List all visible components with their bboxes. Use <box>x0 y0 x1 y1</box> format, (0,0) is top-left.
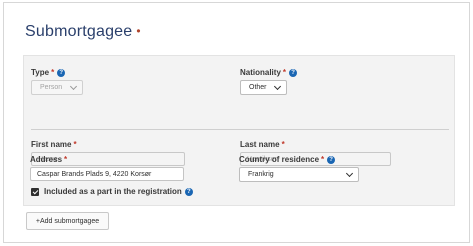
address-label: Address * <box>30 155 67 164</box>
help-icon[interactable]: ? <box>289 68 298 77</box>
country-select-value: Frankrig <box>248 171 274 178</box>
address-field[interactable]: Caspar Brands Plads 9, 4220 Korsør <box>30 167 184 181</box>
required-asterisk: * <box>51 68 55 77</box>
chevron-down-icon <box>273 82 282 91</box>
add-submortgagee-button[interactable]: +Add submortgagee <box>26 212 109 230</box>
section-title: Submortgagee • <box>25 23 141 41</box>
help-icon[interactable]: ? <box>57 68 66 77</box>
form-divider <box>31 129 449 130</box>
required-asterisk: * <box>64 155 68 164</box>
country-label-text: Country of residence <box>239 155 320 164</box>
required-asterisk: * <box>321 155 325 164</box>
submortgagee-form-panel: Type * ? Person Nationality * ? Other Firs… <box>23 55 455 206</box>
country-label: Country of residence * ? <box>239 155 336 164</box>
registration-checkbox-label: Included as a part in the registration ? <box>44 187 193 196</box>
section-title-text: Submortgagee <box>25 23 133 40</box>
required-asterisk: * <box>73 140 77 149</box>
chevron-down-icon <box>69 82 78 91</box>
address-label-text: Address <box>30 155 63 164</box>
nationality-select[interactable]: Other <box>240 80 287 95</box>
required-marker: • <box>136 24 141 38</box>
type-label: Type * ? <box>31 68 66 77</box>
chevron-down-icon <box>345 169 354 178</box>
nationality-label: Nationality * ? <box>240 68 298 77</box>
type-select-value: Person <box>40 84 63 91</box>
first-name-label-text: First name <box>31 140 72 149</box>
required-asterisk: * <box>281 140 285 149</box>
nationality-label-text: Nationality <box>240 68 281 77</box>
submortgagee-card: Submortgagee • Type * ? Person Nationality… <box>3 2 470 243</box>
help-icon[interactable]: ? <box>184 187 193 196</box>
type-label-text: Type <box>31 68 50 77</box>
country-select[interactable]: Frankrig <box>239 167 359 182</box>
registration-checkbox-label-text: Included as a part in the registration <box>44 187 182 196</box>
address-value: Caspar Brands Plads 9, 4220 Korsør <box>37 170 152 178</box>
help-icon[interactable]: ? <box>327 155 336 164</box>
last-name-label: Last name * <box>240 140 285 149</box>
type-select: Person <box>31 80 83 95</box>
nationality-select-value: Other <box>249 84 267 91</box>
required-asterisk: * <box>282 68 287 77</box>
registration-checkbox[interactable] <box>31 188 39 196</box>
first-name-label: First name * <box>31 140 77 149</box>
last-name-label-text: Last name <box>240 140 280 149</box>
